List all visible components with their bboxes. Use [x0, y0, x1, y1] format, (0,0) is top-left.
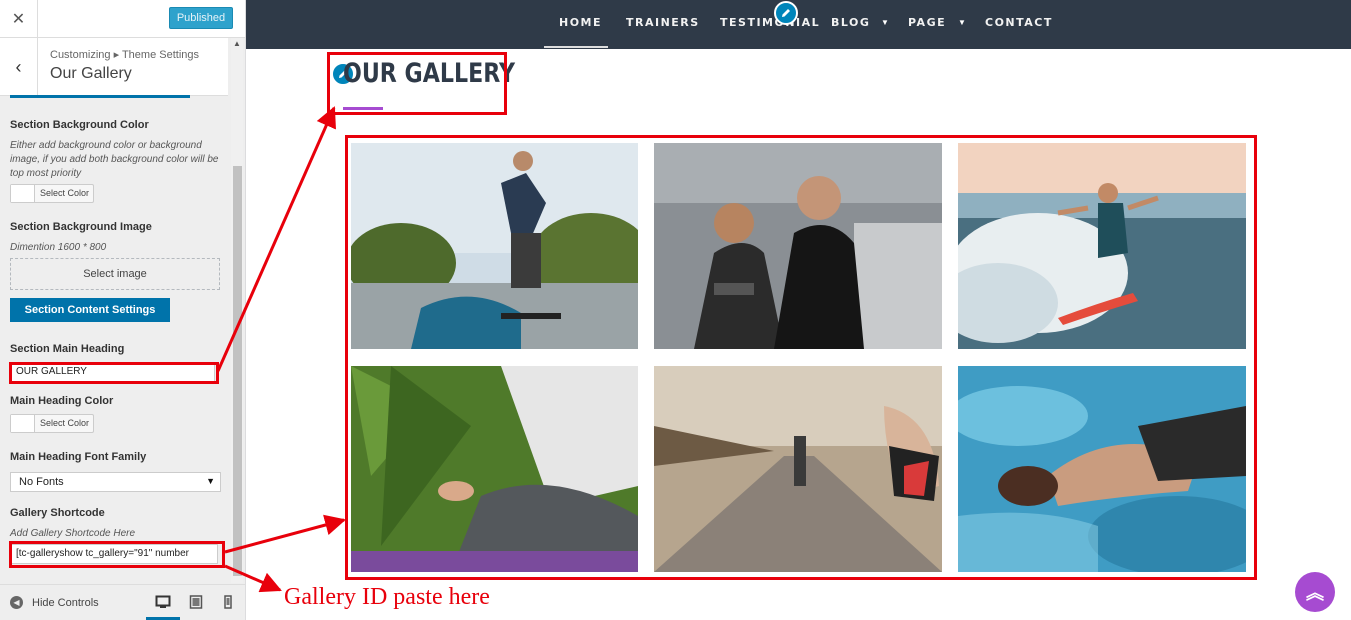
- content-settings-button[interactable]: Section Content Settings: [10, 298, 170, 322]
- pencil-icon[interactable]: [774, 1, 798, 25]
- scroll-thumb[interactable]: [233, 166, 242, 576]
- heading-underline: [343, 107, 383, 110]
- gallery-photo-surfer[interactable]: [958, 143, 1246, 349]
- nav-page[interactable]: PAGE: [908, 16, 946, 29]
- heading-font-label: Main Heading Font Family: [10, 451, 147, 463]
- select-color-label: Select Color: [40, 188, 90, 198]
- close-icon[interactable]: ✕: [0, 0, 38, 38]
- hide-controls-button[interactable]: Hide Controls: [32, 597, 99, 609]
- scroll-to-top-button[interactable]: ︽: [1295, 572, 1335, 612]
- hide-controls-icon[interactable]: ◀: [10, 596, 23, 609]
- gallery-photo-gym-trainer[interactable]: [654, 143, 942, 349]
- site-navbar: HOME TRAINERS TESTIMONIAL BLOG ▼ PAGE ▼ …: [246, 0, 1351, 49]
- customizer-sidebar: ✕ Published ‹ Customizing ▸ Theme Settin…: [0, 0, 246, 620]
- heading-color-label: Main Heading Color: [10, 395, 114, 407]
- blog-dropdown-icon[interactable]: ▼: [881, 18, 889, 27]
- gallery-photo-skateboarder[interactable]: [351, 143, 638, 349]
- bg-image-label: Section Background Image: [10, 221, 152, 233]
- desktop-icon[interactable]: [155, 594, 171, 610]
- breadcrumb: Customizing ▸ Theme Settings: [50, 49, 199, 61]
- gallery-photo-yoga[interactable]: [351, 366, 638, 572]
- heading-font-select[interactable]: No Fonts ▼: [10, 472, 221, 492]
- gallery-photo-swimmer[interactable]: [958, 366, 1246, 572]
- color-swatch: [11, 415, 35, 432]
- select-image-button[interactable]: Select image: [10, 258, 220, 290]
- nav-contact[interactable]: CONTACT: [985, 16, 1053, 29]
- gallery-heading: OUR GALLERY: [343, 58, 516, 89]
- section-divider: [10, 95, 190, 98]
- gallery-photo-runner[interactable]: [654, 366, 942, 572]
- select-color-label: Select Color: [40, 418, 90, 428]
- mobile-icon[interactable]: [220, 594, 236, 610]
- main-heading-input[interactable]: OUR GALLERY: [10, 362, 215, 382]
- heading-font-value: No Fonts: [19, 476, 64, 488]
- published-button[interactable]: Published: [169, 7, 233, 29]
- nav-active-underline: [544, 46, 608, 48]
- bg-image-description: Dimention 1600 * 800: [10, 242, 107, 253]
- nav-trainers[interactable]: TRAINERS: [626, 16, 700, 29]
- annotation-text: Gallery ID paste here: [284, 584, 490, 610]
- bg-color-picker[interactable]: Select Color: [10, 184, 94, 203]
- shortcode-description: Add Gallery Shortcode Here: [10, 528, 136, 539]
- dropdown-arrow-icon: ▼: [206, 476, 215, 486]
- shortcode-input[interactable]: [tc-galleryshow tc_gallery="91" number: [10, 544, 218, 564]
- shortcode-label: Gallery Shortcode: [10, 507, 105, 519]
- nav-blog[interactable]: BLOG: [831, 16, 870, 29]
- nav-testimonial[interactable]: TESTIMONIAL: [720, 16, 820, 29]
- sidebar-scrollbar[interactable]: ▲: [231, 38, 243, 583]
- heading-color-picker[interactable]: Select Color: [10, 414, 94, 433]
- page-dropdown-icon[interactable]: ▼: [958, 18, 966, 27]
- nav-home[interactable]: HOME: [559, 16, 602, 29]
- bg-color-label: Section Background Color: [10, 119, 149, 131]
- scroll-up-icon[interactable]: ▲: [231, 38, 243, 50]
- main-heading-label: Section Main Heading: [10, 343, 125, 355]
- section-header: ‹ Customizing ▸ Theme Settings Our Galle…: [0, 38, 228, 96]
- color-swatch: [11, 185, 35, 202]
- customizer-header: ✕ Published: [0, 0, 245, 38]
- back-arrow-icon[interactable]: ‹: [0, 38, 38, 96]
- section-title: Our Gallery: [50, 65, 132, 82]
- bg-color-description: Either add background color or backgroun…: [10, 140, 219, 179]
- tablet-icon[interactable]: [188, 594, 204, 610]
- customizer-footer: ◀ Hide Controls: [0, 584, 245, 620]
